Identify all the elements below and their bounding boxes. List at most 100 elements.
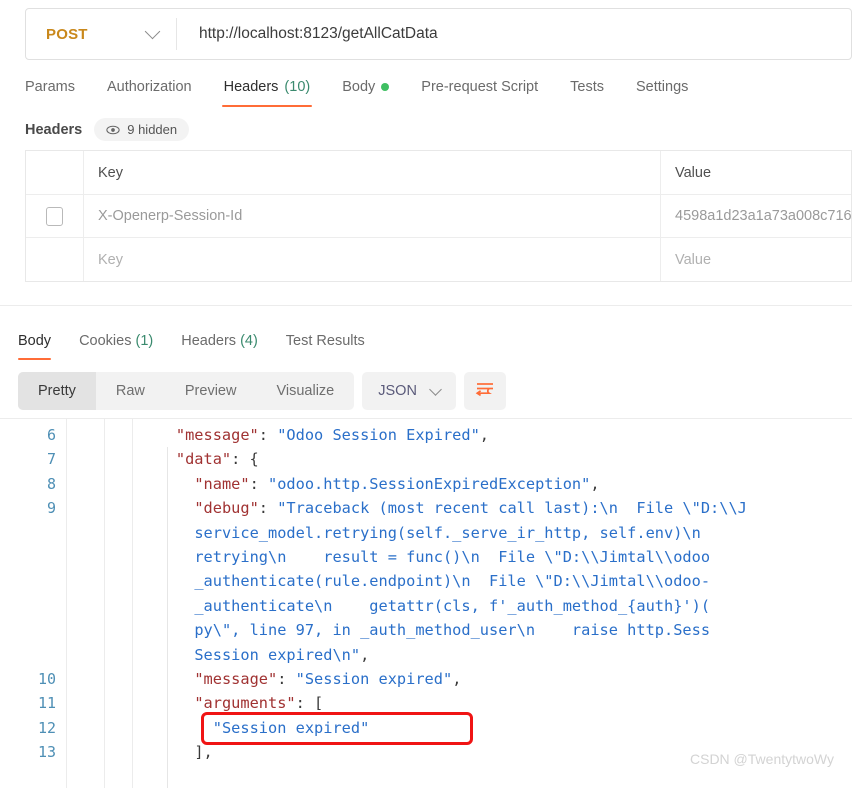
tab-tests[interactable]: Tests [554,74,620,100]
code-token: "odoo.http.SessionExpiredException" [268,475,590,493]
tab-label: Tests [570,74,604,100]
tab-count: (10) [284,74,310,100]
line-number: 13 [38,740,56,764]
watermark: CSDN @TwentytwoWy [690,751,834,767]
response-tab-test-results[interactable]: Test Results [272,328,379,354]
code-token: "message" [194,670,277,688]
code-token: , [452,670,461,688]
tab-label: Body [18,333,51,349]
hidden-headers-toggle[interactable]: 9 hidden [94,118,189,141]
response-format-toolbar: Pretty Raw Preview Visualize JSON [18,372,506,410]
tab-label: Headers [181,333,236,349]
code-token: "message" [176,426,259,444]
select-all-cell [26,151,84,194]
body-modified-dot-icon [381,83,389,91]
response-tab-bar: Body Cookies (1) Headers (4) Test Result… [18,328,379,354]
code-token: : [259,499,277,517]
language-select[interactable]: JSON [362,372,456,410]
code-token: Session expired\n" [194,646,360,664]
code-token: : [250,475,268,493]
url-input[interactable] [177,9,851,59]
tab-label: Body [342,74,375,100]
code-line: Session expired\n", [194,643,369,667]
header-value-input[interactable]: 4598a1d23a1a73a008c7161b [661,195,851,237]
tab-pre-request-script[interactable]: Pre-request Script [405,74,554,100]
format-preview-button[interactable]: Preview [165,372,257,410]
fold-column-1 [67,419,105,788]
table-row[interactable]: Key Value [26,238,851,281]
format-raw-button[interactable]: Raw [96,372,165,410]
code-token: : [277,670,295,688]
code-token: "Traceback (most recent call last):\n Fi… [277,499,747,517]
wrap-lines-button[interactable] [464,372,506,410]
code-token: "data" [176,450,231,468]
tab-label: Params [25,74,75,100]
url-bar: POST [25,8,852,60]
code-line: "data": { [176,447,259,471]
line-number: 8 [47,472,56,496]
wrap-lines-icon [475,380,495,403]
header-key-input[interactable]: X-Openerp-Session-Id [84,195,661,237]
headers-section-header: Headers 9 hidden [25,118,189,141]
line-number: 6 [47,423,56,447]
code-line: "debug": "Traceback (most recent call la… [194,496,747,520]
code-token: "Session expired" [296,670,453,688]
eye-icon [106,123,120,137]
response-body-code-viewer[interactable]: 678910111213 "message": "Odoo Session Ex… [0,418,852,788]
request-tab-bar: Params Authorization Headers (10) Body P… [25,74,704,108]
code-token: : [ [296,694,324,712]
line-number: 12 [38,716,56,740]
line-number: 10 [38,667,56,691]
code-token: "Session expired" [213,719,370,737]
code-token: , [480,426,489,444]
table-header-row: Key Value [26,151,851,195]
code-token: py\", line 97, in _auth_method_user\n ra… [194,621,710,639]
line-number: 11 [38,691,56,715]
row-checkbox[interactable] [46,207,63,226]
line-number-gutter: 678910111213 [0,419,67,788]
response-tab-cookies[interactable]: Cookies (1) [65,328,167,354]
chevron-down-icon [145,24,161,40]
http-method-select[interactable]: POST [26,9,176,59]
tab-body[interactable]: Body [326,74,405,100]
code-line: "message": "Odoo Session Expired", [176,423,489,447]
code-token: , [590,475,599,493]
code-token: "Odoo Session Expired" [277,426,480,444]
code-content[interactable]: "message": "Odoo Session Expired","data"… [133,419,852,788]
tab-params[interactable]: Params [25,74,91,100]
indent-guide [167,447,168,788]
response-tab-body[interactable]: Body [18,328,65,354]
code-line: "name": "odoo.http.SessionExpiredExcepti… [194,472,599,496]
table-row[interactable]: X-Openerp-Session-Id 4598a1d23a1a73a008c… [26,195,851,238]
language-label: JSON [378,383,417,399]
code-line: "Session expired" [213,716,370,740]
code-line: ], [194,740,212,764]
headers-label: Headers [25,122,82,138]
tab-settings[interactable]: Settings [620,74,704,100]
tab-label: Test Results [286,333,365,349]
format-visualize-button[interactable]: Visualize [256,372,354,410]
code-token: _authenticate\n getattr(cls, f'_auth_met… [194,597,710,615]
tab-label: Cookies [79,333,131,349]
postman-request-response-view: POST Params Authorization Headers (10) B… [0,0,852,788]
header-value-input-empty[interactable]: Value [661,238,851,281]
tab-headers[interactable]: Headers (10) [208,74,327,100]
header-key-input-empty[interactable]: Key [84,238,661,281]
line-number: 7 [47,447,56,471]
code-line: py\", line 97, in _auth_method_user\n ra… [194,618,710,642]
code-line: "message": "Session expired", [194,667,461,691]
response-tab-headers[interactable]: Headers (4) [167,328,272,354]
code-token: , [360,646,369,664]
chevron-down-icon [429,383,442,396]
code-token: _authenticate(rule.endpoint)\n File \"D:… [194,572,710,590]
hidden-headers-count: 9 hidden [127,122,177,137]
code-line: "arguments": [ [194,691,323,715]
code-line: service_model.retrying(self._serve_ir_ht… [194,521,701,545]
tab-authorization[interactable]: Authorization [91,74,208,100]
tab-label: Pre-request Script [421,74,538,100]
tab-label: Authorization [107,74,192,100]
code-token: "arguments" [194,694,295,712]
format-pretty-button[interactable]: Pretty [18,372,96,410]
headers-table: Key Value X-Openerp-Session-Id 4598a1d23… [25,150,852,282]
http-method-label: POST [46,26,88,43]
